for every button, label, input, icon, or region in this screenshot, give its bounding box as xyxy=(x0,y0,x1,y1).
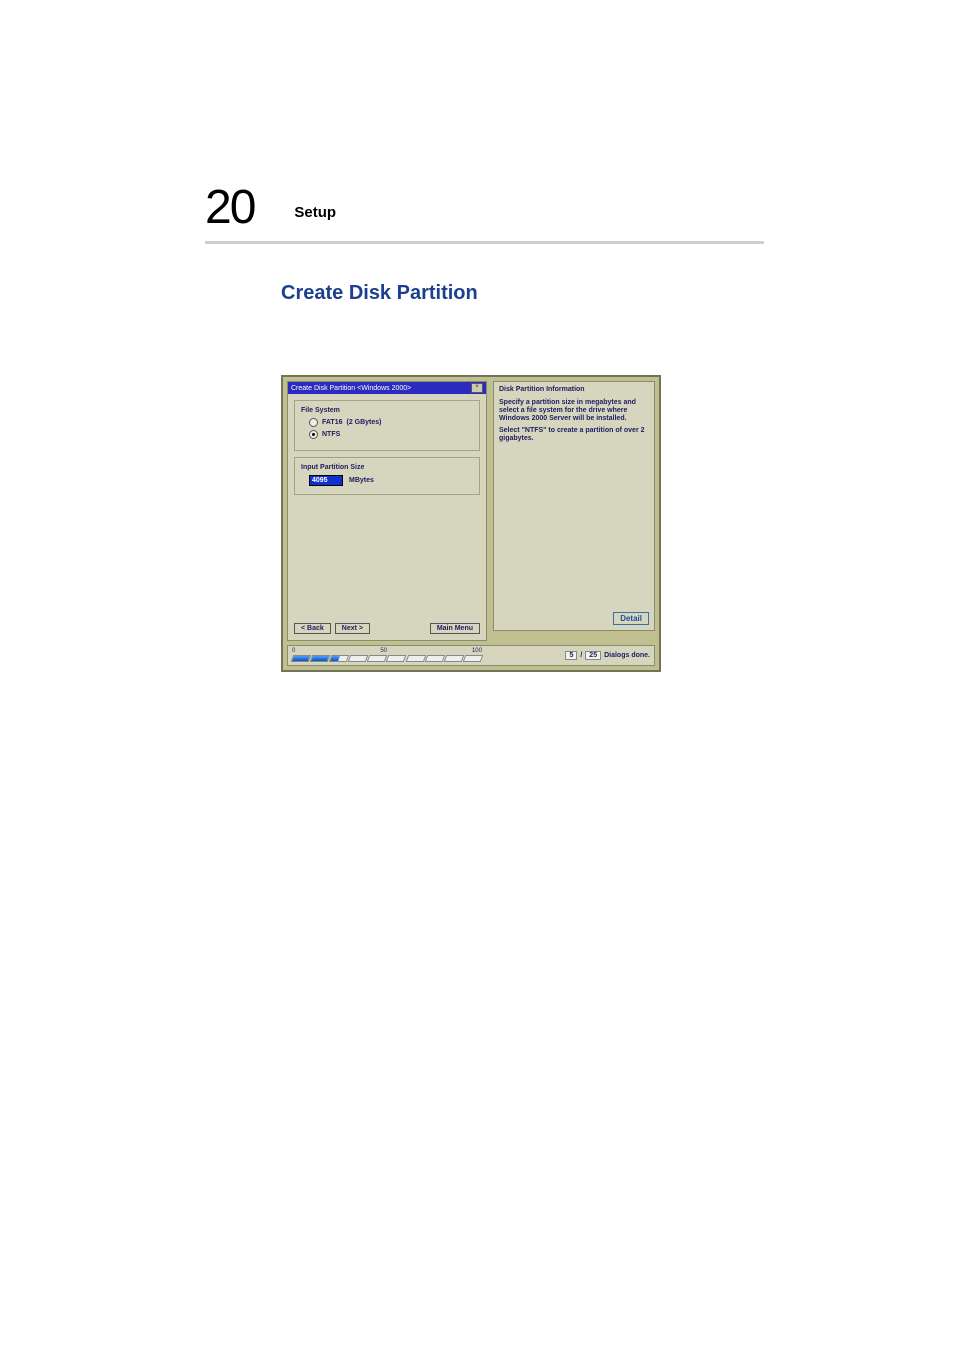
scale-min: 0 xyxy=(292,648,295,654)
counter-current: 5 xyxy=(565,651,577,660)
info-title: Disk Partition Information xyxy=(499,386,649,393)
progress-segment xyxy=(424,655,445,662)
file-system-group: File System FAT16 (2 GBytes) NTFS xyxy=(294,400,480,451)
close-icon[interactable]: × xyxy=(471,383,483,393)
info-paragraph-2: Select "NTFS" to create a partition of o… xyxy=(499,427,649,443)
back-button[interactable]: < Back xyxy=(294,623,331,634)
progress-strip: 0 50 100 5 / 25 Dialogs done. xyxy=(287,645,655,666)
scale-max: 100 xyxy=(472,648,482,654)
counter-label: Dialogs done. xyxy=(604,652,650,659)
radio-fat16-label: FAT16 xyxy=(322,419,343,426)
dialog-title: Create Disk Partition <Windows 2000> xyxy=(291,385,411,392)
radio-icon xyxy=(309,418,318,427)
radio-icon xyxy=(309,430,318,439)
progress-segment xyxy=(291,655,312,662)
dialogs-counter: 5 / 25 Dialogs done. xyxy=(565,651,650,660)
info-panel: Disk Partition Information Specify a par… xyxy=(493,381,655,631)
detail-button[interactable]: Detail xyxy=(613,612,649,625)
progress-segment xyxy=(348,655,369,662)
progress-segment xyxy=(463,655,484,662)
counter-total: 25 xyxy=(585,651,601,660)
radio-fat16-hint: (2 GBytes) xyxy=(347,419,382,426)
partition-size-legend: Input Partition Size xyxy=(301,464,473,471)
wizard-screenshot: Create Disk Partition <Windows 2000> × F… xyxy=(281,375,661,672)
file-system-legend: File System xyxy=(301,407,473,414)
partition-size-input[interactable]: 4095 xyxy=(309,475,343,486)
progress-segment xyxy=(310,655,331,662)
section-title: Create Disk Partition xyxy=(281,282,764,305)
radio-fat16[interactable]: FAT16 (2 GBytes) xyxy=(309,418,473,427)
partition-size-unit: MBytes xyxy=(349,477,374,484)
progress-segment xyxy=(367,655,388,662)
progress-segment xyxy=(329,655,350,662)
header-rule xyxy=(205,241,764,244)
dialog-titlebar: Create Disk Partition <Windows 2000> × xyxy=(288,382,486,394)
info-paragraph-1: Specify a partition size in megabytes an… xyxy=(499,399,649,423)
progress-bar: 0 50 100 xyxy=(292,648,482,662)
progress-segment xyxy=(443,655,464,662)
main-menu-button[interactable]: Main Menu xyxy=(430,623,480,634)
dialog-window: Create Disk Partition <Windows 2000> × F… xyxy=(287,381,487,641)
page-number: 20 xyxy=(205,180,254,235)
partition-size-group: Input Partition Size 4095 MBytes xyxy=(294,457,480,495)
progress-segment xyxy=(405,655,426,662)
next-button[interactable]: Next > xyxy=(335,623,370,634)
counter-sep: / xyxy=(580,652,582,659)
scale-mid: 50 xyxy=(380,648,387,654)
radio-ntfs[interactable]: NTFS xyxy=(309,430,473,439)
progress-segment xyxy=(386,655,407,662)
radio-ntfs-label: NTFS xyxy=(322,431,340,438)
chapter-title: Setup xyxy=(294,204,336,221)
